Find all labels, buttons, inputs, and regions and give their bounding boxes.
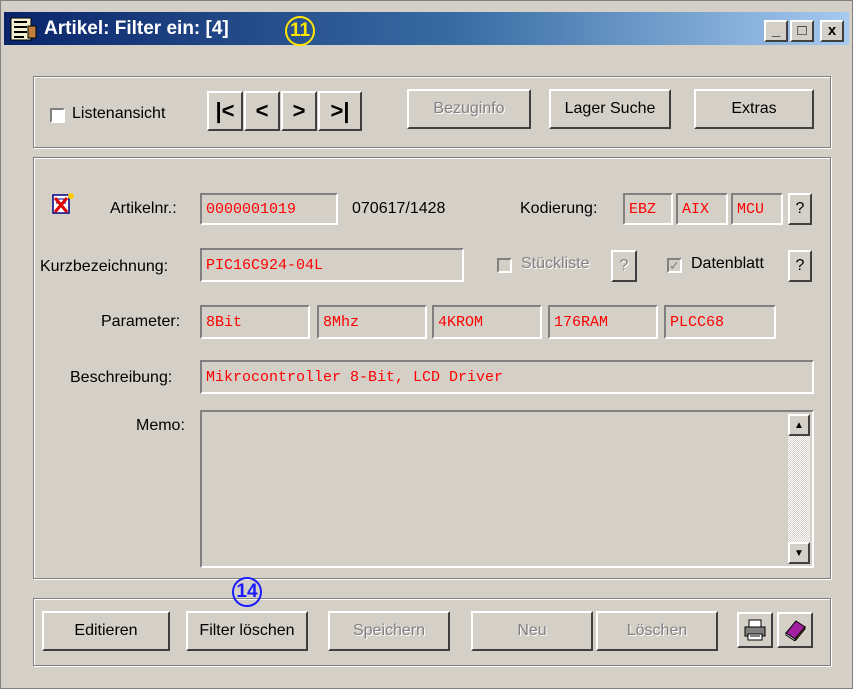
app-icon bbox=[10, 16, 38, 42]
filter-annotation-badge: 14 bbox=[232, 577, 262, 607]
list-view-checkbox[interactable] bbox=[50, 108, 65, 123]
title-annotation-badge: 11 bbox=[285, 16, 315, 46]
loeschen-button[interactable]: Löschen bbox=[596, 611, 718, 651]
print-icon[interactable] bbox=[737, 612, 773, 648]
parameter-label: Parameter: bbox=[101, 313, 181, 330]
nav-prev-button[interactable]: < bbox=[244, 91, 280, 131]
kodierung-label: Kodierung: bbox=[520, 200, 598, 217]
datenblatt-help-button[interactable]: ? bbox=[788, 250, 812, 282]
extras-button[interactable]: Extras bbox=[694, 89, 814, 129]
kurzbezeichnung-field[interactable]: PIC16C924-04L bbox=[200, 248, 464, 282]
stueckliste-help-button: ? bbox=[611, 250, 637, 282]
kodierung-field-1[interactable]: EBZ bbox=[623, 193, 673, 225]
stueckliste-checkbox bbox=[497, 258, 512, 273]
maximize-button[interactable]: □ bbox=[790, 20, 814, 42]
speichern-button[interactable]: Speichern bbox=[328, 611, 450, 651]
delete-record-icon[interactable] bbox=[51, 192, 75, 216]
parameter-field-4[interactable]: 176RAM bbox=[548, 305, 658, 339]
parameter-field-3[interactable]: 4KROM bbox=[432, 305, 542, 339]
parameter-field-2[interactable]: 8Mhz bbox=[317, 305, 427, 339]
memo-label: Memo: bbox=[136, 417, 185, 434]
scroll-down-icon[interactable]: ▼ bbox=[788, 542, 810, 564]
memo-textarea[interactable] bbox=[200, 410, 814, 568]
neu-button[interactable]: Neu bbox=[471, 611, 593, 651]
stueckliste-label: Stückliste bbox=[521, 255, 590, 272]
datenblatt-label: Datenblatt bbox=[691, 255, 764, 272]
minimize-button[interactable]: _ bbox=[764, 20, 788, 42]
bezuginfo-button[interactable]: Bezuginfo bbox=[407, 89, 531, 129]
kodierung-help-button[interactable]: ? bbox=[788, 193, 812, 225]
filter-loeschen-button[interactable]: Filter löschen bbox=[186, 611, 308, 651]
artikelnr-date: 070617/1428 bbox=[352, 200, 446, 217]
window-title: Artikel: Filter ein: [4] bbox=[44, 18, 229, 39]
kodierung-field-3[interactable]: MCU bbox=[731, 193, 783, 225]
beschreibung-field[interactable]: Mikrocontroller 8-Bit, LCD Driver bbox=[200, 360, 814, 394]
nav-last-button[interactable]: >| bbox=[318, 91, 362, 131]
parameter-field-5[interactable]: PLCC68 bbox=[664, 305, 776, 339]
nav-next-button[interactable]: > bbox=[281, 91, 317, 131]
close-button[interactable]: x bbox=[820, 20, 844, 42]
artikelnr-label: Artikelnr.: bbox=[110, 200, 177, 217]
artikelnr-field[interactable]: 0000001019 bbox=[200, 193, 338, 225]
list-view-label: Listenansicht bbox=[72, 105, 166, 122]
beschreibung-label: Beschreibung: bbox=[70, 369, 173, 386]
scroll-up-icon[interactable]: ▲ bbox=[788, 414, 810, 436]
book-icon[interactable] bbox=[777, 612, 813, 648]
lager-suche-button[interactable]: Lager Suche bbox=[549, 89, 671, 129]
datenblatt-checkbox[interactable]: ✓ bbox=[667, 258, 682, 273]
kodierung-field-2[interactable]: AIX bbox=[676, 193, 728, 225]
nav-first-button[interactable]: |< bbox=[207, 91, 243, 131]
kurzbezeichnung-label: Kurzbezeichnung: bbox=[40, 258, 169, 275]
parameter-field-1[interactable]: 8Bit bbox=[200, 305, 310, 339]
editieren-button[interactable]: Editieren bbox=[42, 611, 170, 651]
